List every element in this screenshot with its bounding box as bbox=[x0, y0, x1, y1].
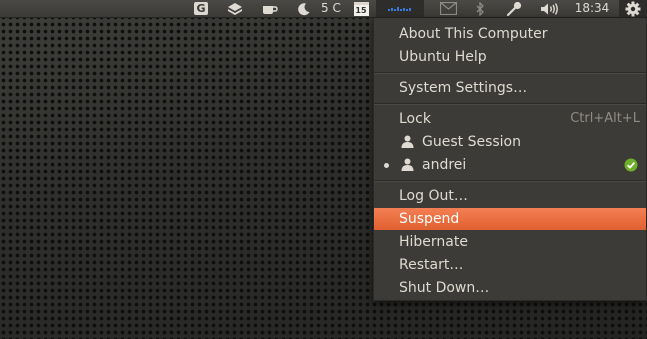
menu-separator bbox=[374, 180, 646, 182]
clock-label: 18:34 bbox=[574, 1, 610, 15]
menu-item-label: Hibernate bbox=[399, 234, 468, 250]
gmail-g-icon: G bbox=[194, 2, 208, 15]
person-icon bbox=[401, 135, 414, 148]
menu-item-lock[interactable]: Lock Ctrl+Alt+L bbox=[374, 108, 646, 130]
menu-item-guest-session[interactable]: Guest Session bbox=[374, 131, 646, 153]
bluetooth-icon bbox=[476, 1, 484, 16]
active-user-dot bbox=[384, 163, 389, 168]
menu-item-label: About This Computer bbox=[399, 26, 548, 42]
menu-item-label: Lock bbox=[399, 111, 431, 127]
sound-indicator[interactable] bbox=[538, 0, 560, 17]
microphone-icon bbox=[506, 1, 522, 16]
dropbox-indicator[interactable] bbox=[225, 0, 245, 17]
online-check-icon bbox=[624, 158, 638, 172]
menu-item-restart[interactable]: Restart… bbox=[374, 254, 646, 276]
menu-item-hibernate[interactable]: Hibernate bbox=[374, 231, 646, 253]
clock[interactable]: 18:34 bbox=[570, 0, 614, 17]
menu-item-log-out[interactable]: Log Out… bbox=[374, 185, 646, 207]
session-menu: About This Computer Ubuntu Help System S… bbox=[373, 18, 647, 301]
menu-separator bbox=[374, 103, 646, 105]
speaker-icon bbox=[540, 2, 558, 15]
calendar-icon: 15 bbox=[353, 1, 369, 16]
moon-icon bbox=[298, 2, 310, 15]
caffeine-indicator[interactable] bbox=[259, 0, 281, 17]
menu-item-system-settings[interactable]: System Settings… bbox=[374, 77, 646, 99]
envelope-icon bbox=[439, 2, 457, 15]
microphone-indicator[interactable] bbox=[504, 0, 524, 17]
menu-separator bbox=[374, 72, 646, 74]
menu-item-label: Suspend bbox=[399, 211, 460, 227]
coffee-cup-icon bbox=[263, 5, 278, 14]
menu-item-label: Log Out… bbox=[399, 188, 468, 204]
menu-item-shut-down[interactable]: Shut Down… bbox=[374, 277, 646, 299]
menu-item-user-andrei[interactable]: andrei bbox=[374, 154, 646, 176]
gmail-indicator[interactable]: G bbox=[192, 0, 210, 17]
menu-item-label: System Settings… bbox=[399, 80, 528, 96]
gear-icon bbox=[625, 1, 641, 16]
session-indicator[interactable] bbox=[619, 0, 647, 17]
dropbox-icon bbox=[228, 2, 242, 15]
menu-item-help[interactable]: Ubuntu Help bbox=[374, 46, 646, 68]
person-icon bbox=[401, 158, 414, 171]
calendar-indicator[interactable]: 15 bbox=[352, 0, 370, 17]
menu-item-label: andrei bbox=[422, 157, 467, 173]
temperature-label: 5 C bbox=[321, 1, 341, 15]
menu-item-label: Restart… bbox=[399, 257, 464, 273]
menu-item-label: Shut Down… bbox=[399, 280, 490, 296]
top-panel: G 5 C 15 18:34 bbox=[0, 0, 647, 18]
menu-item-label: Ubuntu Help bbox=[399, 49, 487, 65]
network-indicator[interactable] bbox=[376, 0, 424, 17]
weather-indicator[interactable]: 5 C bbox=[294, 0, 342, 17]
menu-item-suspend[interactable]: Suspend bbox=[374, 208, 646, 230]
menu-item-label: Guest Session bbox=[422, 134, 521, 150]
lock-shortcut: Ctrl+Alt+L bbox=[570, 111, 640, 126]
menu-item-about[interactable]: About This Computer bbox=[374, 23, 646, 45]
network-graph-icon bbox=[388, 6, 411, 11]
bluetooth-indicator[interactable] bbox=[473, 0, 487, 17]
messaging-indicator[interactable] bbox=[437, 0, 459, 17]
